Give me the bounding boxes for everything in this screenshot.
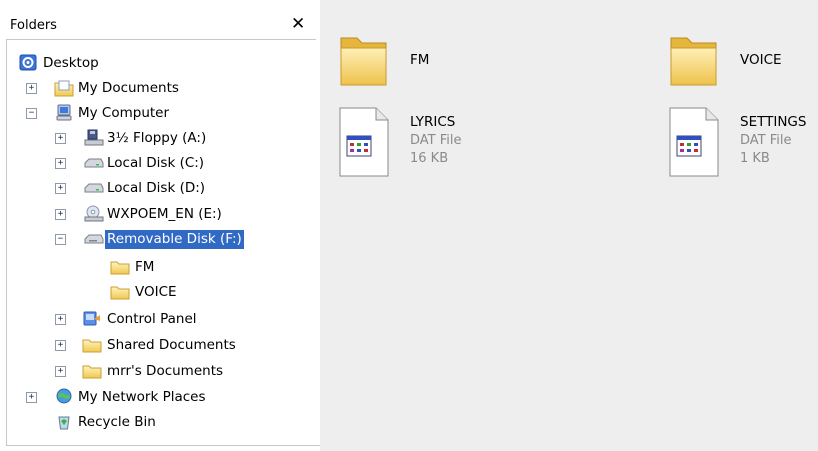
close-icon[interactable]: ✕	[291, 14, 305, 34]
content-item-type: DAT File	[740, 133, 792, 148]
content-item-name: VOICE	[740, 52, 782, 68]
tree-item-my-network-places[interactable]: + My Network Places	[0, 387, 318, 409]
recycle-bin-icon	[58, 416, 70, 430]
tree-item-local-disk-c[interactable]: + Local Disk (C:)	[0, 153, 318, 175]
hard-disk-icon	[84, 158, 104, 168]
large-folder-icon	[670, 37, 717, 86]
tree-label-local-disk-d: Local Disk (D:)	[107, 180, 206, 196]
tree-label-floppy: 3½ Floppy (A:)	[107, 130, 207, 146]
tree-item-floppy[interactable]: + 3½ Floppy (A:)	[0, 128, 318, 150]
folders-pane-header: Folders ✕	[0, 14, 318, 38]
content-item-voice[interactable]: VOICE	[668, 30, 818, 92]
folder-icon	[110, 286, 130, 300]
hard-disk-icon	[84, 183, 104, 193]
tree-label-wxpoem-e: WXPOEM_EN (E:)	[107, 206, 222, 222]
tree-label-desktop: Desktop	[43, 55, 99, 71]
content-item-size: 16 KB	[410, 151, 449, 166]
tree-label-my-network-places: My Network Places	[78, 389, 206, 405]
folders-pane: Folders ✕ Desktop + My Documents − My Co…	[0, 0, 320, 451]
tree-label-recycle-bin: Recycle Bin	[78, 414, 156, 430]
tree-item-my-documents[interactable]: + My Documents	[0, 78, 318, 100]
dat-file-icon	[339, 107, 389, 177]
expand-plus-icon[interactable]: +	[55, 183, 66, 194]
tree-item-fm[interactable]: FM	[0, 257, 318, 279]
content-item-name: SETTINGS	[740, 114, 807, 130]
collapse-minus-icon[interactable]: −	[26, 108, 37, 119]
tree-item-recycle-bin[interactable]: Recycle Bin	[0, 412, 318, 434]
expand-plus-icon[interactable]: +	[55, 314, 66, 325]
folders-pane-title: Folders	[10, 18, 57, 33]
content-item-lyrics[interactable]: LYRICS DAT File 16 KB	[338, 106, 568, 182]
pane-divider	[6, 39, 316, 40]
network-places-icon	[56, 388, 72, 404]
expand-plus-icon[interactable]: +	[55, 366, 66, 377]
large-folder-icon	[340, 37, 387, 86]
control-panel-icon	[83, 311, 100, 326]
tree-item-removable-disk-f[interactable]: − Removable Disk (F:)	[0, 229, 318, 251]
tree-label-my-computer: My Computer	[78, 105, 170, 121]
collapse-minus-icon[interactable]: −	[55, 234, 66, 245]
expand-plus-icon[interactable]: +	[26, 83, 37, 94]
tree-label-my-documents: My Documents	[78, 80, 179, 96]
content-item-size: 1 KB	[740, 151, 770, 166]
tree-item-local-disk-d[interactable]: + Local Disk (D:)	[0, 178, 318, 200]
content-pane: FM VOICE LYRICS DAT File 16 KB SETTINGS …	[320, 0, 818, 451]
cd-drive-icon	[84, 205, 104, 222]
desktop-icon	[19, 54, 37, 71]
dat-file-icon	[669, 107, 719, 177]
folder-icon	[82, 365, 102, 379]
content-item-type: DAT File	[410, 133, 462, 148]
floppy-drive-icon	[84, 129, 104, 146]
expand-plus-icon[interactable]: +	[26, 392, 37, 403]
tree-label-voice: VOICE	[135, 284, 177, 300]
tree-bottom-border	[6, 445, 320, 446]
expand-plus-icon[interactable]: +	[55, 133, 66, 144]
tree-label-control-panel: Control Panel	[107, 311, 197, 327]
tree-item-voice[interactable]: VOICE	[0, 282, 318, 304]
tree-item-my-computer[interactable]: − My Computer	[0, 103, 318, 125]
tree-label-local-disk-c: Local Disk (C:)	[107, 155, 205, 171]
tree-item-mrrs-documents[interactable]: + mrr's Documents	[0, 361, 318, 383]
expand-plus-icon[interactable]: +	[55, 340, 66, 351]
tree-label-fm: FM	[135, 259, 155, 275]
content-item-name: LYRICS	[410, 114, 456, 130]
tree-item-desktop[interactable]: Desktop	[0, 53, 318, 75]
tree-item-wxpoem-e[interactable]: + WXPOEM_EN (E:)	[0, 204, 318, 226]
tree-item-shared-documents[interactable]: + Shared Documents	[0, 335, 318, 357]
tree-label-mrrs-documents: mrr's Documents	[107, 363, 224, 379]
tree-label-shared-documents: Shared Documents	[107, 337, 236, 353]
tree-item-control-panel[interactable]: + Control Panel	[0, 309, 318, 331]
expand-plus-icon[interactable]: +	[55, 158, 66, 169]
my-documents-icon	[54, 80, 74, 97]
content-item-fm[interactable]: FM	[338, 30, 568, 92]
removable-disk-icon	[84, 234, 104, 244]
explorer-window: Folders ✕ Desktop + My Documents − My Co…	[0, 0, 818, 451]
folder-icon	[110, 261, 130, 275]
content-item-settings[interactable]: SETTINGS DAT File 1 KB	[668, 106, 818, 182]
expand-plus-icon[interactable]: +	[55, 209, 66, 220]
tree-label-removable-disk-f: Removable Disk (F:)	[105, 230, 244, 249]
folder-icon	[82, 339, 102, 353]
my-computer-icon	[56, 104, 72, 121]
content-item-name: FM	[410, 52, 430, 68]
